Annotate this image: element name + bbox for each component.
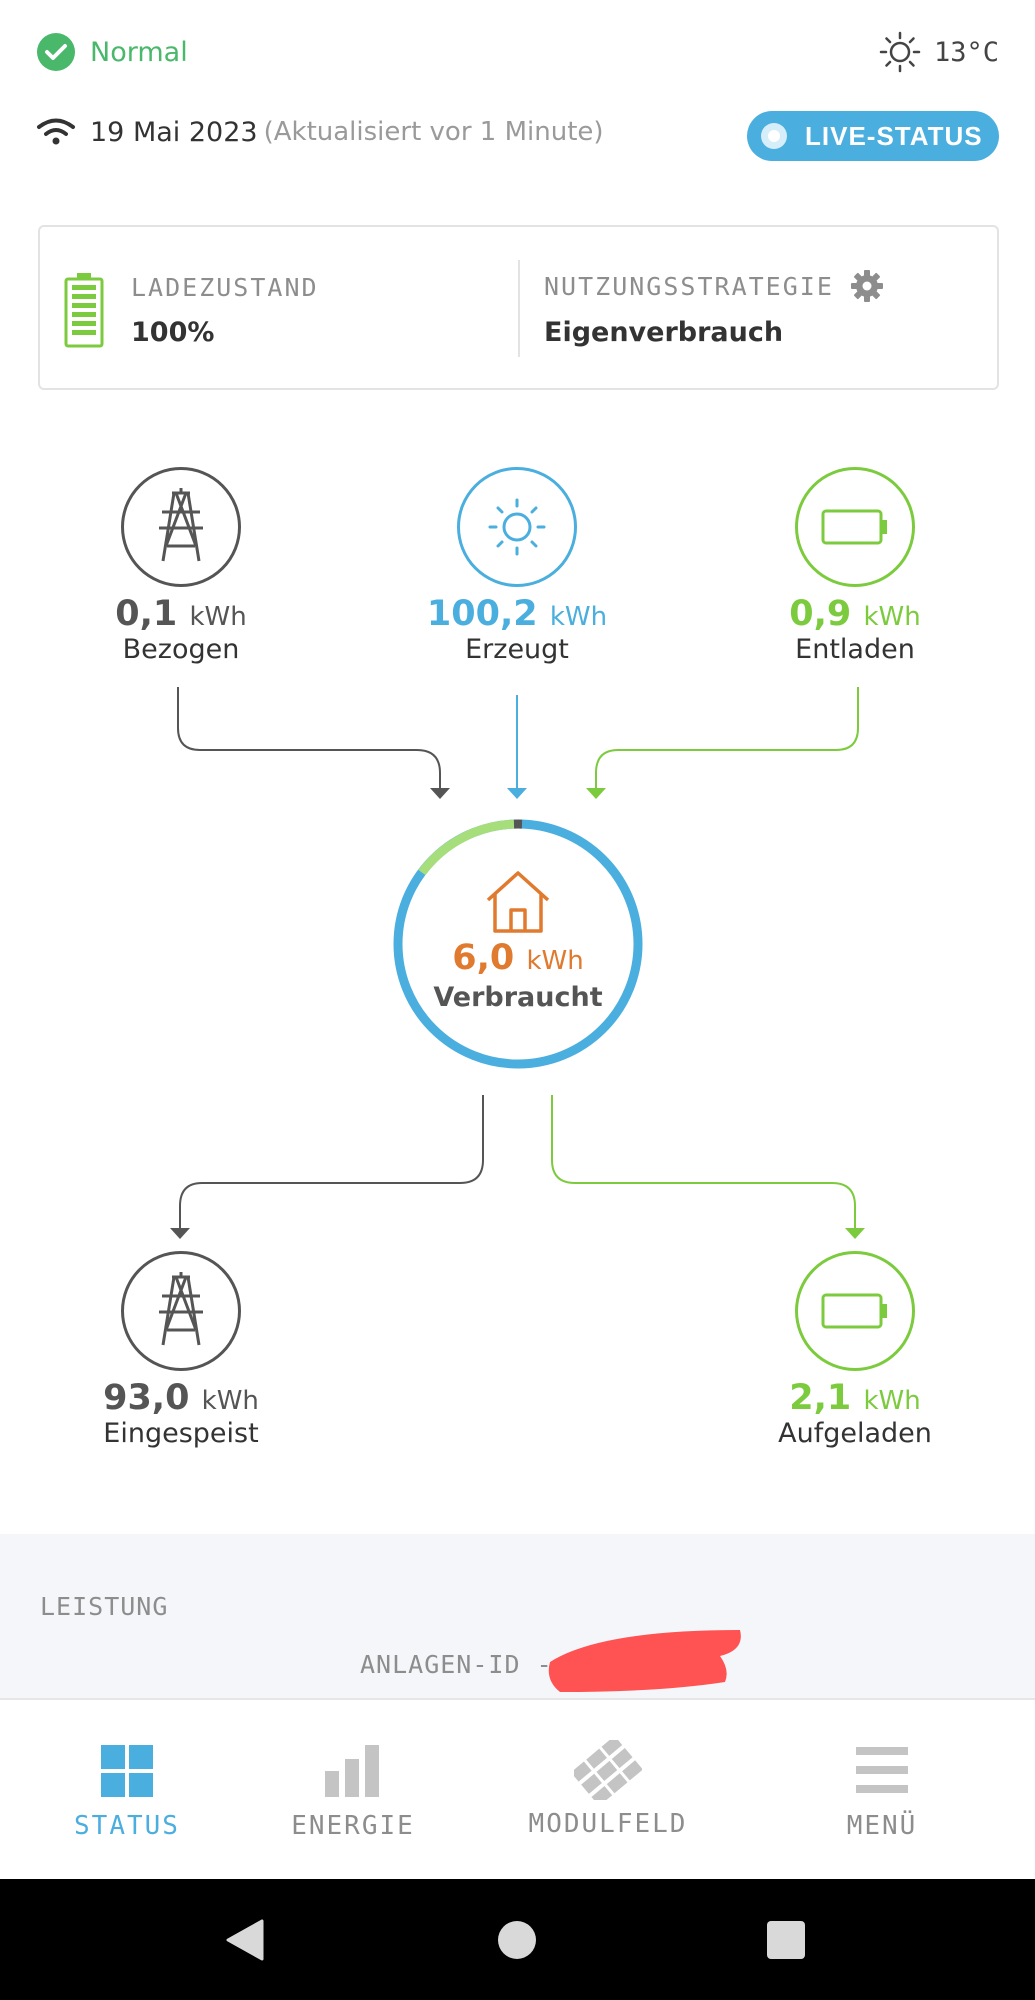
flow-line-grid-out: [179, 1095, 484, 1228]
section-title: LEISTUNG: [40, 1592, 169, 1621]
performance-section: LEISTUNG ANLAGEN-ID -: [0, 1534, 1035, 1700]
flow-line-battery-out: [595, 687, 859, 788]
grid-tiles-icon: [101, 1745, 153, 1797]
battery-icon: [795, 1251, 915, 1371]
solar-label: Erzeugt: [465, 634, 569, 665]
battery-discharge-value: 0,9 kWh: [789, 594, 921, 634]
tab-module-label: MODULFELD: [528, 1809, 688, 1839]
hamburger-menu-icon: [856, 1747, 908, 1793]
recents-icon[interactable]: [767, 1921, 805, 1959]
back-icon[interactable]: [224, 1919, 264, 1961]
bottom-nav: STATUS ENERGIE MODULFELD MENÜ: [0, 1698, 1035, 1881]
home-icon[interactable]: [498, 1921, 536, 1959]
tab-status[interactable]: STATUS: [17, 1745, 237, 1841]
grid-export-label: Eingespeist: [103, 1418, 259, 1449]
flow-line-battery-in: [551, 1095, 856, 1228]
battery-charge-node[interactable]: 2,1 kWh Aufgeladen: [755, 1250, 955, 1449]
solar-node[interactable]: 100,2 kWh Erzeugt: [417, 466, 617, 665]
sun-icon: [457, 467, 577, 587]
redaction-mark: [548, 1630, 741, 1692]
solar-panels-icon: [570, 1735, 643, 1807]
solar-value: 100,2 kWh: [426, 594, 608, 634]
tab-module[interactable]: MODULFELD: [498, 1735, 718, 1839]
power-tower-icon: [121, 1251, 241, 1371]
house-node[interactable]: 6,0 kWh Verbraucht: [392, 818, 644, 1070]
system-nav-bar: [0, 1879, 1035, 2000]
tab-energy-label: ENERGIE: [291, 1811, 415, 1841]
battery-discharge-label: Entladen: [795, 634, 915, 665]
ring-segment-battery: [418, 819, 515, 876]
battery-charge-value: 2,1 kWh: [789, 1378, 921, 1418]
system-id-label: ANLAGEN-ID -: [360, 1650, 553, 1679]
arrow-grid-in: [430, 788, 450, 799]
flow-line-grid-in: [177, 687, 441, 788]
grid-import-value: 0,1 kWh: [115, 594, 247, 634]
house-label: Verbraucht: [433, 982, 603, 1013]
arrow-grid-out: [170, 1228, 190, 1239]
grid-import-label: Bezogen: [122, 634, 240, 665]
grid-export-node[interactable]: 93,0 kWh Eingespeist: [81, 1250, 281, 1449]
bar-chart-icon: [325, 1745, 379, 1797]
tab-status-label: STATUS: [74, 1811, 180, 1841]
power-tower-icon: [121, 467, 241, 587]
battery-icon: [795, 467, 915, 587]
arrow-battery-in: [845, 1228, 865, 1239]
house-value: 6,0 kWh: [452, 938, 584, 978]
house-icon: [486, 871, 550, 933]
tab-menu[interactable]: MENÜ: [772, 1747, 992, 1841]
grid-export-value: 93,0 kWh: [103, 1378, 259, 1418]
grid-import-node[interactable]: 0,1 kWh Bezogen: [81, 466, 281, 665]
battery-charge-label: Aufgeladen: [778, 1418, 932, 1449]
battery-discharge-node[interactable]: 0,9 kWh Entladen: [755, 466, 955, 665]
arrow-solar: [507, 788, 527, 799]
tab-menu-label: MENÜ: [846, 1811, 918, 1841]
tab-energy[interactable]: ENERGIE: [243, 1745, 463, 1841]
arrow-battery-out: [586, 788, 606, 799]
